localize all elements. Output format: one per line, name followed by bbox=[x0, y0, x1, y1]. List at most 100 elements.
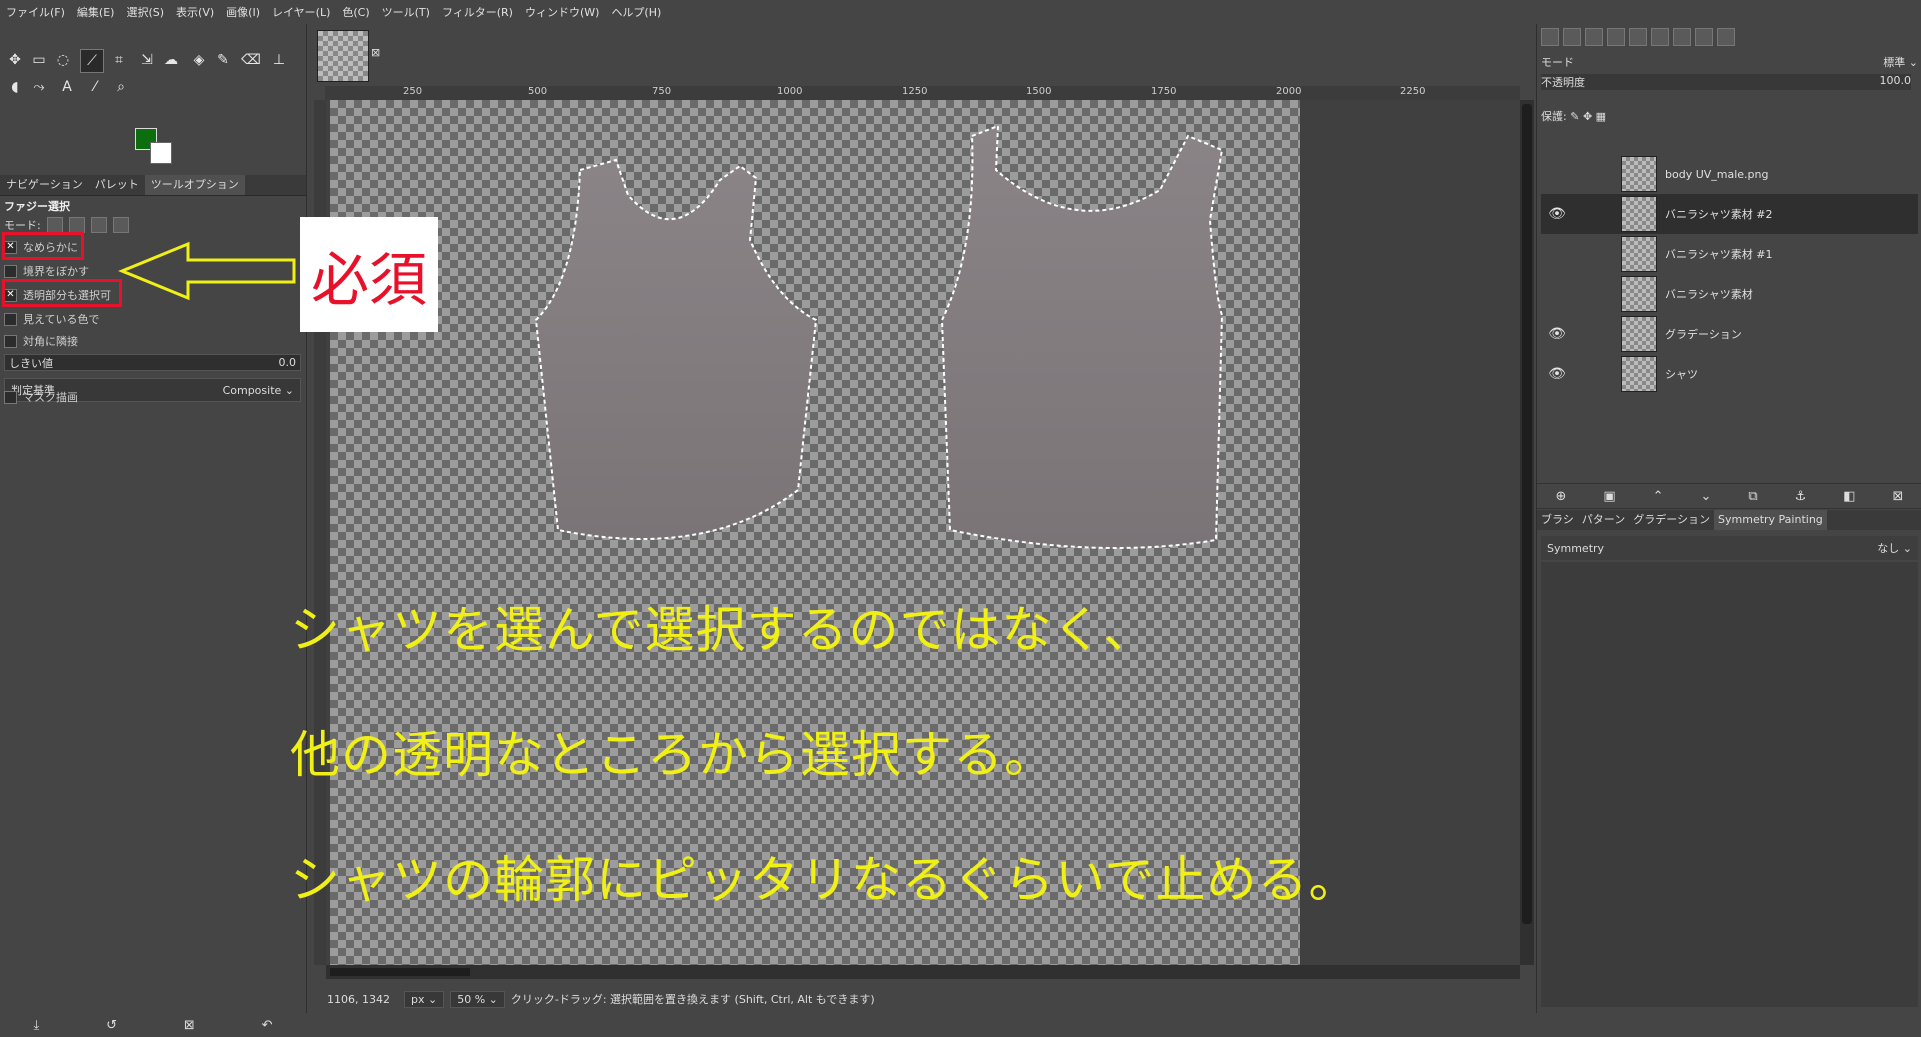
clone-icon[interactable]: ⊥ bbox=[268, 49, 290, 71]
menu-view[interactable]: 表示(V) bbox=[170, 4, 220, 20]
layer-row[interactable]: 👁 バニラシャツ素材 #2 bbox=[1541, 194, 1918, 234]
new-group-icon[interactable]: ▣ bbox=[1603, 489, 1615, 504]
draw-mask-checkbox[interactable] bbox=[4, 390, 17, 404]
menu-tools[interactable]: ツール(T) bbox=[376, 4, 436, 20]
eye-icon[interactable]: 👁 bbox=[1541, 366, 1573, 382]
pointer-icon[interactable] bbox=[1651, 28, 1669, 46]
delete-preset-icon[interactable]: ⊠ bbox=[184, 1018, 195, 1033]
option-draw-mask[interactable]: マスク描画 bbox=[4, 389, 78, 405]
brushes-icon[interactable] bbox=[1673, 28, 1691, 46]
paths-icon[interactable] bbox=[1585, 28, 1603, 46]
lasso-icon[interactable]: ◌ bbox=[52, 49, 74, 71]
feather-checkbox[interactable] bbox=[4, 264, 17, 278]
delete-layer-icon[interactable]: ⊠ bbox=[1893, 489, 1904, 504]
histogram-icon[interactable] bbox=[1695, 28, 1713, 46]
tab-palette[interactable]: パレット bbox=[89, 175, 145, 195]
new-layer-icon[interactable]: ⊕ bbox=[1555, 489, 1566, 504]
text-icon[interactable]: A bbox=[56, 76, 78, 98]
channels-icon[interactable] bbox=[1563, 28, 1581, 46]
menu-edit[interactable]: 編集(E) bbox=[71, 4, 121, 20]
sample-merged-checkbox[interactable] bbox=[4, 312, 17, 326]
horizontal-scrollbar[interactable] bbox=[326, 965, 1520, 979]
mode-value[interactable]: 標準 ⌄ bbox=[1883, 54, 1918, 70]
layer-row[interactable]: 👁 グラデーション bbox=[1541, 314, 1918, 354]
tab-symmetry-painting[interactable]: Symmetry Painting bbox=[1714, 510, 1827, 530]
save-preset-icon[interactable]: ⤓ bbox=[33, 1018, 39, 1033]
undo-history-icon[interactable] bbox=[1607, 28, 1625, 46]
layer-name: body UV_male.png bbox=[1665, 167, 1769, 181]
menu-layer[interactable]: レイヤー(L) bbox=[266, 4, 336, 20]
eye-icon[interactable]: 👁 bbox=[1541, 206, 1573, 222]
close-icon[interactable]: ⊠ bbox=[371, 46, 380, 59]
option-diagonal[interactable]: 対角に隣接 bbox=[4, 333, 78, 349]
scroll-thumb[interactable] bbox=[330, 968, 470, 976]
raise-layer-icon[interactable]: ⌃ bbox=[1653, 489, 1664, 504]
smudge-icon[interactable]: ◖ bbox=[4, 76, 26, 98]
anchor-layer-icon[interactable]: ⚓ bbox=[1795, 489, 1807, 504]
menu-filters[interactable]: フィルター(R) bbox=[436, 4, 519, 20]
layer-row[interactable]: body UV_male.png bbox=[1541, 154, 1918, 194]
paintbrush-icon[interactable]: ✎ bbox=[212, 49, 234, 71]
menu-file[interactable]: ファイル(F) bbox=[0, 4, 71, 20]
menu-colors[interactable]: 色(C) bbox=[336, 4, 375, 20]
image-thumbnail[interactable] bbox=[317, 30, 369, 82]
symmetry-value[interactable]: なし ⌄ bbox=[1877, 540, 1912, 556]
reset-icon[interactable]: ↶ bbox=[262, 1018, 273, 1033]
mode-intersect-icon[interactable] bbox=[112, 217, 129, 233]
move-icon[interactable]: ✥ bbox=[4, 49, 26, 71]
menu-help[interactable]: ヘルプ(H) bbox=[605, 4, 667, 20]
fuzzy-select-icon[interactable]: ⟋ bbox=[80, 49, 104, 73]
tab-tool-options[interactable]: ツールオプション bbox=[144, 175, 245, 195]
canvas-viewport[interactable] bbox=[326, 100, 1520, 965]
lock-alpha-icon[interactable]: ▦ bbox=[1596, 110, 1606, 123]
symmetry-options-area bbox=[1541, 562, 1918, 1007]
layer-row[interactable]: 👁 シャツ bbox=[1541, 354, 1918, 394]
diagonal-checkbox[interactable] bbox=[4, 334, 17, 348]
eraser-icon[interactable]: ⌫ bbox=[240, 49, 262, 71]
fonts-icon[interactable] bbox=[1717, 28, 1735, 46]
opacity-slider[interactable]: 不透明度 100.0 bbox=[1541, 74, 1911, 90]
option-feather[interactable]: 境界をぼかす bbox=[4, 263, 89, 279]
layer-mask-icon[interactable]: ◧ bbox=[1843, 489, 1855, 504]
layer-mode-row[interactable]: モード 標準 ⌄ bbox=[1541, 54, 1918, 70]
layer-thumbnail bbox=[1621, 316, 1657, 352]
unit-select[interactable]: px ⌄ bbox=[403, 990, 445, 1008]
layers-icon[interactable] bbox=[1541, 28, 1559, 46]
lock-position-icon[interactable]: ✥ bbox=[1583, 110, 1596, 123]
mode-add-icon[interactable] bbox=[68, 217, 85, 233]
transform-icon[interactable]: ⇲ bbox=[136, 49, 158, 71]
layer-row[interactable]: バニラシャツ素材 bbox=[1541, 274, 1918, 314]
images-icon[interactable] bbox=[1629, 28, 1647, 46]
crop-icon[interactable]: ⌗ bbox=[108, 49, 130, 71]
menu-select[interactable]: 選択(S) bbox=[120, 4, 170, 20]
restore-preset-icon[interactable]: ↺ bbox=[106, 1018, 117, 1033]
menu-windows[interactable]: ウィンドウ(W) bbox=[519, 4, 605, 20]
duplicate-layer-icon[interactable]: ⧉ bbox=[1748, 489, 1757, 504]
zoom-select[interactable]: 50 % ⌄ bbox=[450, 990, 505, 1008]
option-sample-merged[interactable]: 見えている色で bbox=[4, 311, 99, 327]
lock-pixels-icon[interactable]: ✎ bbox=[1570, 110, 1583, 123]
vertical-scrollbar[interactable] bbox=[1520, 100, 1534, 965]
warp-icon[interactable]: ☁ bbox=[160, 49, 182, 71]
mode-subtract-icon[interactable] bbox=[90, 217, 107, 233]
mode-replace-icon[interactable] bbox=[46, 217, 63, 233]
scroll-thumb[interactable] bbox=[1522, 104, 1532, 924]
rect-select-icon[interactable]: ▭ bbox=[28, 49, 50, 71]
tab-navigation[interactable]: ナビゲーション bbox=[0, 175, 89, 195]
threshold-slider[interactable]: しきい値 0.0 bbox=[4, 354, 301, 371]
tab-patterns[interactable]: パターン bbox=[1578, 510, 1629, 530]
symmetry-select[interactable]: Symmetry なし ⌄ bbox=[1541, 536, 1918, 560]
background-color-swatch[interactable] bbox=[150, 142, 172, 164]
menu-image[interactable]: 画像(I) bbox=[220, 4, 266, 20]
tab-gradients[interactable]: グラデーション bbox=[1629, 510, 1714, 530]
eye-icon[interactable]: 👁 bbox=[1541, 326, 1573, 342]
layer-row[interactable]: バニラシャツ素材 #1 bbox=[1541, 234, 1918, 274]
chevron-down-icon: ⌄ bbox=[284, 383, 294, 397]
tab-brushes[interactable]: ブラシ bbox=[1537, 510, 1578, 530]
lower-layer-icon[interactable]: ⌄ bbox=[1701, 489, 1712, 504]
bucket-fill-icon[interactable]: ◈ bbox=[188, 49, 210, 71]
color-picker-icon[interactable]: ⁄ bbox=[84, 76, 106, 98]
zoom-icon[interactable]: ⌕ bbox=[110, 76, 132, 98]
paths-icon[interactable]: ⤳ bbox=[28, 76, 50, 98]
layer-thumbnail bbox=[1621, 196, 1657, 232]
